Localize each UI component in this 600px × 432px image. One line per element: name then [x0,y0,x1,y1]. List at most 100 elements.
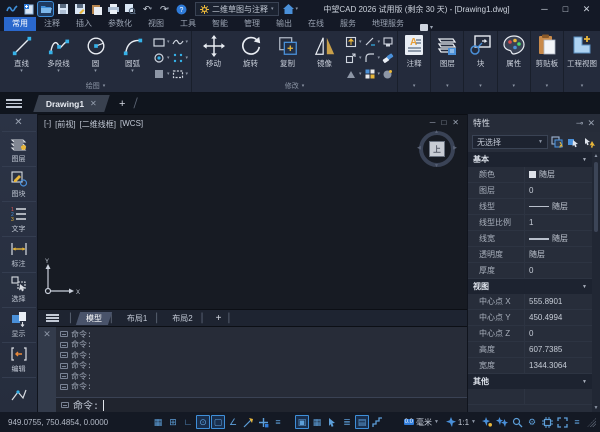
ribbon-tab-geo[interactable]: 地理服务 [364,17,412,31]
ribbon-tab-parametric[interactable]: 参数化 [100,17,140,31]
section-basic[interactable]: 基本 ▼ [468,152,592,167]
add-scale-icon[interactable] [480,415,494,429]
print-button[interactable] [106,2,121,16]
sidebar-item-edit[interactable]: 编辑 [1,341,36,377]
vp-close-icon[interactable]: ✕ [452,118,459,127]
viewport-ucs-control[interactable]: [WCS] [120,119,143,130]
array-tool-button[interactable]: ▾ [364,66,380,80]
scrollbar-thumb[interactable] [594,162,598,232]
spline-tool-button[interactable]: ▾ [171,34,188,49]
viewport-visual-style-control[interactable]: [二维线框] [80,119,116,130]
align-tool-button[interactable] [382,34,394,49]
ribbon-tab-online[interactable]: 在线 [300,17,332,31]
ortho-icon[interactable]: ∟ [181,415,195,429]
close-button[interactable]: ✕ [577,2,596,16]
compass-top-button[interactable]: 上 [429,141,445,157]
ribbon-tab-tools[interactable]: 工具 [172,17,204,31]
properties-close-icon[interactable]: ✕ [587,118,595,129]
status-menu-icon[interactable]: ≡ [570,415,584,429]
ribbon-tab-output[interactable]: 输出 [268,17,300,31]
scroll-up-icon[interactable]: ▲ [594,152,599,160]
move-button[interactable]: 移动 [195,33,232,69]
block-button[interactable]: 块 [469,33,493,69]
select-objects-icon[interactable] [567,136,580,149]
tab-close-icon[interactable]: ✕ [90,99,97,108]
sidebar-item-dimension[interactable]: 标注 [1,236,36,271]
settings-gear-icon[interactable]: ⚙ [525,415,539,429]
hardware-acceleration-icon[interactable] [540,415,554,429]
viewport-view-control[interactable]: [前视] [55,119,75,130]
properties-button[interactable]: 属性 [502,33,526,69]
sidebar-item-layers[interactable]: 图层 [1,131,36,166]
paste-button[interactable] [89,2,104,16]
draw-panel-label[interactable]: 绘图 ▾ [0,80,191,92]
ribbon-tab-annotate[interactable]: 注释 [36,17,68,31]
mirror-button[interactable]: 镜像 [306,33,343,69]
clipboard-button[interactable]: 剪贴板 [535,33,559,69]
offset-tool-button[interactable] [382,66,394,80]
save-as-button[interactable] [72,2,87,16]
ribbon-tab-insert[interactable]: 插入 [68,17,100,31]
boundary-tool-button[interactable]: ▾ [172,66,188,80]
explode-tool-button[interactable]: ▾ [345,66,362,80]
view-compass[interactable]: ▲ ▼ ◀ ▶ 上 [417,129,457,169]
polar-track-icon[interactable] [241,415,255,429]
ellipse-tool-button[interactable]: ▾ [153,50,170,65]
clipboard-panel-expand[interactable]: ▾ [531,80,563,92]
toggle-pickadd-icon[interactable] [583,136,596,149]
toolbar-close-button[interactable]: ✕ [0,114,37,131]
command-close-button[interactable]: ✕ [43,329,51,340]
fillet-tool-button[interactable]: ▾ [364,50,380,65]
quick-view-icon[interactable] [510,415,524,429]
fullscreen-icon[interactable] [555,415,569,429]
properties-panel-expand[interactable]: ▾ [498,80,530,92]
add-layout-button[interactable]: + [210,313,228,324]
selection-dropdown[interactable]: 无选择 ▼ [472,135,548,149]
quick-select-icon[interactable] [551,135,564,149]
command-input[interactable]: 命令: [56,397,467,413]
viewport-menu-control[interactable]: [-] [44,119,51,130]
layout-menu-icon[interactable] [46,314,59,322]
unit-selector[interactable]: 0.0 毫米 ▼ [401,417,442,428]
open-file-button[interactable] [37,1,54,17]
ribbon-tab-manage[interactable]: 管理 [236,17,268,31]
new-file-button[interactable] [21,2,36,16]
tab-model[interactable]: 模型 [75,311,113,325]
line-button[interactable]: 直线 ▾ [3,33,40,74]
tab-layout1[interactable]: 布局1 [119,312,155,325]
undo-button[interactable]: ↶ ▾ [140,2,155,16]
sidebar-item-display[interactable]: 显示 [1,306,36,342]
steps-icon[interactable] [370,415,384,429]
rotate-button[interactable]: 旋转 [232,33,269,69]
osnap-icon[interactable]: ⊙ [196,415,210,429]
section-other[interactable]: 其他 ▼ [468,374,592,389]
vp-restore-icon[interactable]: □ [441,118,446,127]
scroll-down-icon[interactable]: ▼ [594,404,599,412]
object-track-icon[interactable]: ▢ [211,415,225,429]
modify-panel-label[interactable]: 修改 ▾ [192,80,397,92]
sidebar-item-block[interactable]: 图块 [1,166,36,201]
scale-tool-button[interactable]: ▾ [345,50,362,65]
annotate-panel-expand[interactable]: ▾ [398,80,430,92]
rectangle-tool-button[interactable]: ▾ [153,34,170,49]
doc-menu-icon[interactable] [6,99,22,108]
sidebar-item-partial[interactable] [1,376,36,412]
autohide-pin-icon[interactable]: ⊸ [576,118,584,129]
resize-grip[interactable] [587,417,596,427]
snap-icon[interactable]: ⊞ [166,415,180,429]
paper-space-icon[interactable]: ▤ [355,415,369,429]
help-button[interactable]: ? [174,2,189,16]
vp-minimize-icon[interactable]: ─ [430,118,436,127]
trim-tool-button[interactable]: ▾ [364,34,380,49]
viewport-grid-icon[interactable]: ▦ [310,415,324,429]
save-button[interactable] [55,2,70,16]
sidebar-item-select[interactable]: 选择 [1,271,36,307]
sidebar-item-text[interactable]: 123 文字 [1,201,36,236]
erase-tool-button[interactable] [382,50,394,65]
engineering-view-panel-expand[interactable]: ▾ [564,80,600,92]
grid-icon[interactable]: ▦ [151,415,165,429]
preview-button[interactable] [123,2,138,16]
angle-icon[interactable]: ∠ [226,415,240,429]
polyline-button[interactable]: 多段线 ▾ [40,33,77,74]
drawing-canvas[interactable]: [-] [前视] [二维线框] [WCS] ─ □ ✕ ▲ ▼ ◀ ▶ 上 Y … [38,114,467,309]
